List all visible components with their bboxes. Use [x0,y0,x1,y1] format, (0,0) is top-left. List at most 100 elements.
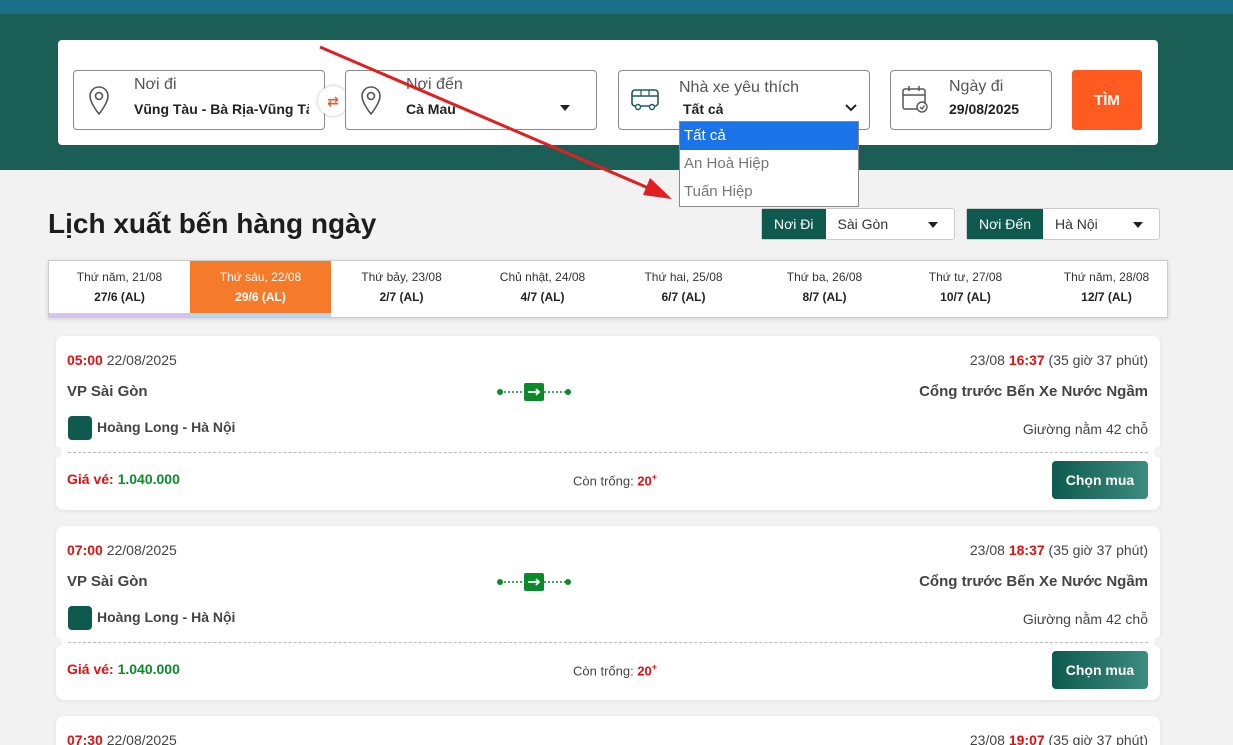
day-tab-lunar: 12/7 (AL) [1081,290,1132,304]
destination-station: Cổng trước Bến Xe Nước Ngầm [919,573,1148,590]
chevron-down-icon [1133,222,1143,228]
ticket-notch [1154,636,1166,648]
date-field[interactable]: Ngày đi 29/08/2025 [890,70,1052,130]
price-label: Giá vé: [67,471,114,487]
day-tab-lunar: 29/6 (AL) [235,290,286,304]
ticket-notch [50,636,62,648]
trip-card: 07:30 22/08/2025 23/08 19:07 (35 giờ 37 … [56,716,1160,745]
from-field[interactable]: Nơi đi Vũng Tàu - Bà Rịa-Vũng Tàu [73,70,325,130]
bus-type: Giường nằm 42 chỗ [1022,611,1148,627]
depart-datetime: 05:00 22/08/2025 [67,352,177,368]
price: Giá vé: 1.040.000 [67,471,180,487]
depart-datetime: 07:30 22/08/2025 [67,732,177,745]
day-tab[interactable]: Thứ năm, 21/08 27/6 (AL) [49,261,190,317]
day-tab-date: Thứ ba, 26/08 [786,270,863,284]
chevron-down-icon [928,222,938,228]
depart-time: 05:00 [67,352,103,368]
origin-station: VP Sài Gòn [67,573,148,590]
operator-value: Tất cả [683,101,724,117]
price: Giá vé: 1.040.000 [67,661,180,677]
operator-dropdown: Tất cả An Hoà Hiệp Tuấn Hiệp [679,121,859,207]
to-field[interactable]: Nơi đến Cà Mau [345,70,597,130]
day-tabs: Thứ năm, 21/08 27/6 (AL) Thứ sáu, 22/08 … [48,260,1168,318]
day-tab[interactable]: Chủ nhật, 24/08 4/7 (AL) [472,261,613,317]
day-tab-underline [49,313,190,317]
from-filter-value[interactable]: Sài Gòn [826,209,954,239]
depart-time: 07:00 [67,542,103,558]
arrive-datetime: 23/08 19:07 (35 giờ 37 phút) [970,732,1148,745]
seats-plus: + [651,662,658,672]
from-filter[interactable]: Nơi Đi Sài Gòn [761,208,955,240]
depart-date: 22/08/2025 [106,732,177,745]
operator-option[interactable]: Tất cả [680,122,858,150]
seats-count: 20 [637,473,652,489]
divider [68,452,1148,453]
search-card: Nơi đi Vũng Tàu - Bà Rịa-Vũng Tàu ⇄ Nơi … [58,40,1158,145]
operator-logo-icon [68,416,92,440]
arrive-time: 19:07 [1008,732,1045,745]
ticket-notch [1154,446,1166,458]
operator-name: Hoàng Long - Hà Nội [97,609,236,625]
trip-duration: (35 giờ 37 phút) [1048,732,1148,745]
date-label: Ngày đi [949,78,1004,95]
date-value: 29/08/2025 [949,101,1020,117]
chevron-down-icon [845,104,857,112]
day-tab-lunar: 4/7 (AL) [520,290,565,304]
to-value: Cà Mau [406,101,456,117]
day-tab-active[interactable]: Thứ sáu, 22/08 29/6 (AL) [190,261,331,317]
day-tab-date: Thứ bảy, 23/08 [361,270,442,284]
calendar-icon [902,86,928,113]
day-tab-underline [190,313,331,317]
to-filter-value[interactable]: Hà Nội [1043,209,1159,239]
day-tab-lunar: 6/7 (AL) [661,290,706,304]
day-tab-date: Thứ hai, 25/08 [644,270,723,284]
route-arrow-icon [497,383,571,401]
arrive-date: 23/08 [969,542,1005,558]
ticket-notch [50,446,62,458]
search-button[interactable]: TÌM [1072,70,1142,130]
day-tab-date: Thứ năm, 21/08 [76,270,163,284]
from-label: Nơi đi [134,76,177,93]
to-filter-text: Hà Nội [1054,216,1098,232]
depart-date: 22/08/2025 [106,542,177,558]
operator-option[interactable]: Tuấn Hiệp [680,178,858,206]
day-tab-lunar: 27/6 (AL) [94,290,145,304]
buy-button[interactable]: Chọn mua [1052,461,1148,499]
arrive-datetime: 23/08 16:37 (35 giờ 37 phút) [970,352,1148,368]
day-tab-lunar: 8/7 (AL) [802,290,847,304]
day-tab[interactable]: Thứ năm, 28/08 12/7 (AL) [1036,261,1167,317]
divider [68,642,1148,643]
operator-name: Hoàng Long - Hà Nội [97,419,236,435]
trip-duration: (35 giờ 37 phút) [1048,542,1148,558]
day-tab[interactable]: Thứ tư, 27/08 10/7 (AL) [895,261,1036,317]
day-tab-date: Thứ sáu, 22/08 [219,270,302,284]
top-strip [0,0,1233,14]
buy-button[interactable]: Chọn mua [1052,651,1148,689]
day-tab[interactable]: Thứ ba, 26/08 8/7 (AL) [754,261,895,317]
from-filter-tag: Nơi Đi [762,209,826,239]
depart-time: 07:30 [67,732,103,745]
day-tab[interactable]: Thứ bảy, 23/08 2/7 (AL) [331,261,472,317]
from-value: Vũng Tàu - Bà Rịa-Vũng Tàu [134,101,309,117]
day-tab-date: Chủ nhật, 24/08 [499,270,586,284]
route-arrow-icon [497,573,571,591]
depart-date: 22/08/2025 [106,352,177,368]
bus-type: Giường nằm 42 chỗ [1022,421,1148,437]
operator-option[interactable]: An Hoà Hiệp [680,150,858,178]
swap-icon[interactable]: ⇄ [318,86,348,116]
page-title: Lịch xuất bến hàng ngày [48,208,377,239]
day-tab-lunar: 2/7 (AL) [379,290,424,304]
seats-label: Còn trống: [573,663,634,679]
operator-label: Nhà xe yêu thích [679,79,800,96]
trip-card: 07:00 22/08/2025 23/08 18:37 (35 giờ 37 … [50,526,1166,700]
bus-icon [631,89,659,111]
day-tab-date: Thứ tư, 27/08 [928,270,1003,284]
day-tab[interactable]: Thứ hai, 25/08 6/7 (AL) [613,261,754,317]
arrive-time: 18:37 [1008,542,1045,558]
arrive-datetime: 23/08 18:37 (35 giờ 37 phút) [970,542,1148,558]
seats-available: Còn trống: 20+ [573,472,657,488]
from-filter-text: Sài Gòn [837,216,889,232]
day-tab-lunar: 10/7 (AL) [940,290,991,304]
to-filter[interactable]: Nơi Đến Hà Nội [966,208,1160,240]
operator-logo-icon [68,606,92,630]
